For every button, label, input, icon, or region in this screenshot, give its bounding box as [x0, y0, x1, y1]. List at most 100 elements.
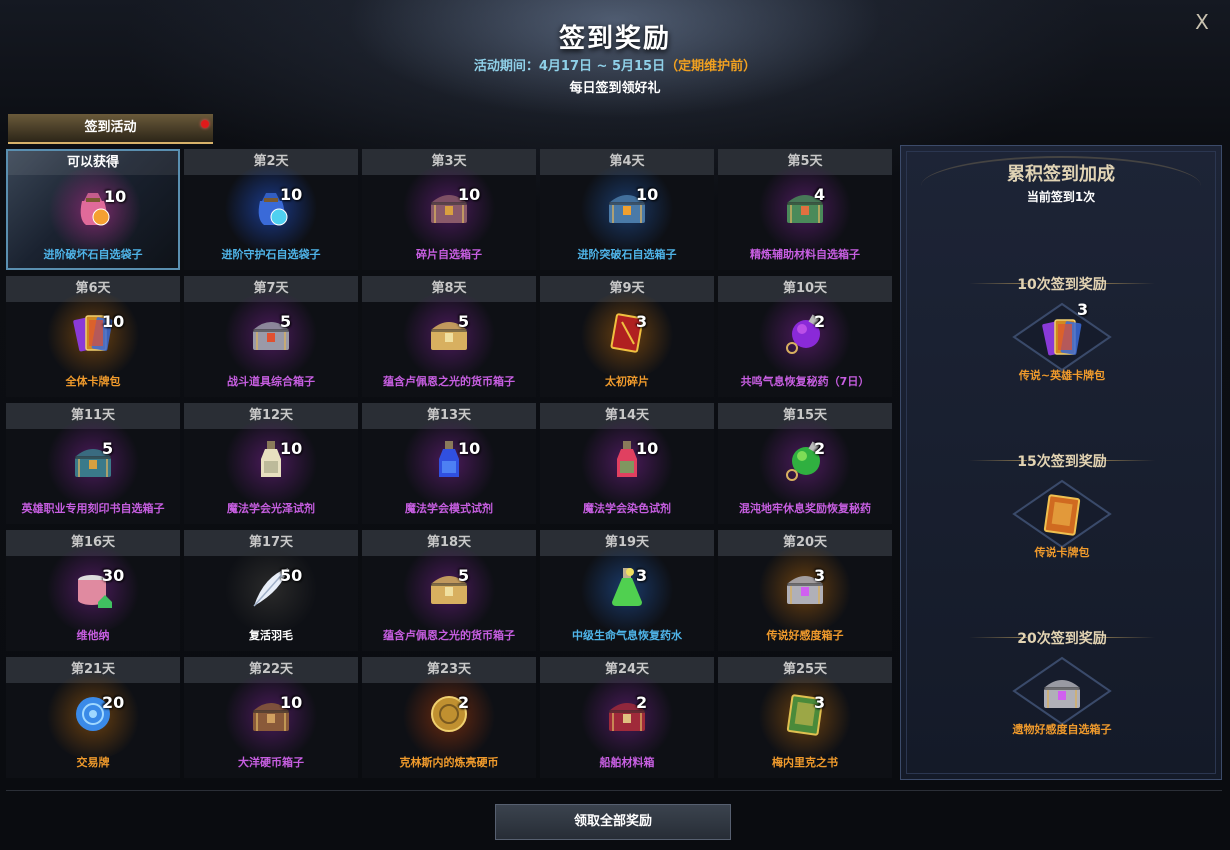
reward-quantity: 3 — [814, 693, 826, 712]
header: 签到奖励 活动期间：4月17日 ~ 5月15日（定期维护前） 每日签到领好礼 — [0, 0, 1230, 110]
milestone-reward: 15次签到奖励 传说卡牌包 — [901, 451, 1223, 621]
reward-quantity: 10 — [458, 439, 481, 458]
reward-quantity: 30 — [102, 566, 125, 585]
current-checkin-count: 当前签到1次 — [1026, 190, 1096, 204]
milestone-label: 10次签到奖励 — [1017, 277, 1107, 293]
milestone-label: 20次签到奖励 — [1017, 631, 1107, 647]
reward-cell: 第5天 4 精炼辅助材料自选箱子 — [718, 149, 892, 270]
reward-name: 中级生命气息恢复药水 — [572, 629, 682, 642]
reward-cell: 第4天 10 进阶突破石自选箱子 — [540, 149, 714, 270]
reward-name: 交易牌 — [76, 756, 110, 769]
reward-cell: 第6天 10 全体卡牌包 — [6, 276, 180, 397]
event-period: 活动期间：4月17日 ~ 5月15日（定期维护前） — [0, 55, 1230, 74]
reward-quantity: 3 — [636, 566, 648, 585]
event-period-note: （定期维护前） — [665, 59, 757, 74]
reward-name: 进阶守护石自选袋子 — [221, 248, 321, 261]
reward-cell: 第13天 10 魔法学会模式试剂 — [362, 403, 536, 524]
reward-quantity: 10 — [636, 185, 659, 204]
reward-grid: 可以获得 10 进阶破坏石自选袋子 第2天 10 进阶守护石自选袋子 第3天 10 碎片自选箱子… — [6, 149, 892, 778]
reward-cell: 第2天 10 进阶守护石自选袋子 — [184, 149, 358, 270]
reward-cell: 第3天 10 碎片自选箱子 — [362, 149, 536, 270]
reward-quantity: 10 — [104, 187, 127, 206]
reward-cell: 第22天 10 大洋硬币箱子 — [184, 657, 358, 778]
reward-name: 太初碎片 — [605, 375, 649, 388]
reward-quantity: 2 — [458, 693, 470, 712]
reward-name: 维他纳 — [76, 629, 110, 642]
page-subtitle: 每日签到领好礼 — [569, 81, 661, 96]
reward-quantity: 50 — [280, 566, 303, 585]
reward-name: 梅内里克之书 — [772, 756, 838, 769]
page-title: 签到奖励 — [558, 24, 671, 54]
reward-name: 混沌地牢休息奖励恢复秘药 — [739, 502, 871, 515]
milestone-name: 传说卡牌包 — [1034, 546, 1090, 559]
reward-name: 蕴含卢佩恩之光的货币箱子 — [383, 629, 515, 642]
reward-quantity: 4 — [814, 185, 826, 204]
reward-quantity: 3 — [814, 566, 826, 585]
milestone-name: 遗物好感度自选箱子 — [1012, 723, 1112, 736]
reward-cell: 第11天 5 英雄职业专用刻印书自选箱子 — [6, 403, 180, 524]
reward-cell: 第16天 30 维他纳 — [6, 530, 180, 651]
reward-name: 英雄职业专用刻印书自选箱子 — [21, 502, 165, 515]
reward-name: 共鸣气息恢复秘药（7日） — [740, 375, 870, 388]
notification-dot-icon — [201, 120, 209, 128]
reward-name: 进阶突破石自选箱子 — [577, 248, 677, 261]
event-period-text: 活动期间：4月17日 ~ 5月15日 — [473, 59, 666, 74]
reward-cell: 第10天 2 共鸣气息恢复秘药（7日） — [718, 276, 892, 397]
reward-quantity: 2 — [814, 312, 826, 331]
card-pack-unknown-icon — [1037, 489, 1087, 539]
reward-cell: 第18天 5 蕴含卢佩恩之光的货币箱子 — [362, 530, 536, 651]
reward-quantity: 10 — [102, 312, 125, 331]
reward-quantity: 2 — [814, 439, 826, 458]
milestone-label: 15次签到奖励 — [1017, 454, 1107, 470]
reward-cell: 第9天 3 太初碎片 — [540, 276, 714, 397]
reward-quantity: 10 — [280, 693, 303, 712]
reward-cell: 第19天 3 中级生命气息恢复药水 — [540, 530, 714, 651]
close-button[interactable]: X — [1190, 10, 1214, 34]
reward-name: 碎片自选箱子 — [416, 248, 482, 261]
reward-cell: 第21天 20 交易牌 — [6, 657, 180, 778]
cumulative-bonus-panel: 累积签到加成 当前签到1次 10次签到奖励 3 传说~英雄卡牌包 15次签到奖励 传说卡… — [900, 145, 1222, 780]
reward-cell: 第23天 2 克林斯内的炼亮硬币 — [362, 657, 536, 778]
reward-quantity: 5 — [458, 566, 470, 585]
reward-cell: 第14天 10 魔法学会染色试剂 — [540, 403, 714, 524]
card-pack-icon — [1037, 312, 1087, 362]
reward-quantity: 10 — [636, 439, 659, 458]
reward-name: 传说好感度箱子 — [766, 629, 844, 642]
reward-cell: 第17天 50 复活羽毛 — [184, 530, 358, 651]
reward-cell[interactable]: 可以获得 10 进阶破坏石自选袋子 — [6, 149, 180, 270]
tab-checkin-event[interactable]: 签到活动 — [8, 114, 213, 144]
reward-quantity: 5 — [280, 312, 292, 331]
reward-cell: 第12天 10 魔法学会光泽试剂 — [184, 403, 358, 524]
reward-quantity: 2 — [636, 693, 648, 712]
reward-quantity: 5 — [102, 439, 114, 458]
reward-cell: 第8天 5 蕴含卢佩恩之光的货币箱子 — [362, 276, 536, 397]
reward-quantity: 10 — [280, 439, 303, 458]
reward-name: 蕴含卢佩恩之光的货币箱子 — [383, 375, 515, 388]
chest-icon — [1037, 666, 1087, 716]
reward-name: 克林斯内的炼亮硬币 — [399, 756, 499, 769]
reward-name: 复活羽毛 — [249, 629, 293, 642]
reward-name: 大洋硬币箱子 — [238, 756, 304, 769]
claim-all-button[interactable]: 领取全部奖励 — [495, 804, 731, 840]
reward-name: 魔法学会光泽试剂 — [227, 502, 315, 515]
reward-name: 魔法学会模式试剂 — [405, 502, 493, 515]
reward-quantity: 5 — [458, 312, 470, 331]
tab-label: 签到活动 — [84, 120, 137, 135]
reward-name: 船舶材料箱 — [599, 756, 655, 769]
cumulative-bonus-title: 累积签到加成 — [1007, 164, 1115, 185]
reward-cell: 第15天 2 混沌地牢休息奖励恢复秘药 — [718, 403, 892, 524]
reward-quantity: 10 — [458, 185, 481, 204]
reward-name: 战斗道具综合箱子 — [227, 375, 315, 388]
footer-divider — [6, 790, 1222, 791]
reward-quantity: 3 — [636, 312, 648, 331]
reward-cell: 第20天 3 传说好感度箱子 — [718, 530, 892, 651]
reward-quantity: 10 — [280, 185, 303, 204]
milestone-quantity: 3 — [1077, 300, 1089, 319]
reward-name: 进阶破坏石自选袋子 — [43, 248, 143, 261]
reward-quantity: 20 — [102, 693, 125, 712]
reward-cell: 第25天 3 梅内里克之书 — [718, 657, 892, 778]
milestone-reward: 20次签到奖励 遗物好感度自选箱子 — [901, 628, 1223, 798]
reward-name: 魔法学会染色试剂 — [583, 502, 671, 515]
reward-cell: 第24天 2 船舶材料箱 — [540, 657, 714, 778]
milestone-name: 传说~英雄卡牌包 — [1018, 369, 1106, 382]
